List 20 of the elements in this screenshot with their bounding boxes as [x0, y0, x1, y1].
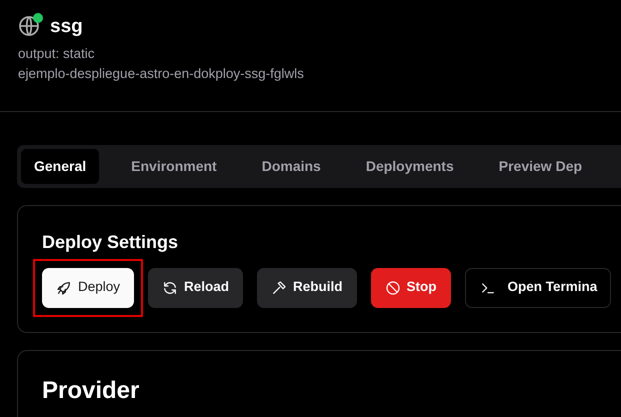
action-button[interactable]: Open Termina — [464, 268, 612, 308]
app-name: ssg — [50, 16, 83, 36]
action-button[interactable]: Deploy — [42, 268, 134, 308]
tab[interactable]: Preview Dep — [486, 149, 596, 184]
hammer-icon — [271, 280, 288, 296]
action-button[interactable]: Rebuild — [257, 268, 357, 308]
reload-icon — [162, 280, 178, 296]
globe-icon — [18, 14, 42, 38]
app-subtitle: output: static — [18, 45, 96, 63]
tab[interactable]: Deployments — [352, 149, 467, 184]
tab[interactable]: Environment — [118, 149, 230, 184]
section-title: Provider — [42, 376, 140, 406]
app-slug: ejemplo-despliegue-astro-en-dokploy-ssg-fglwls — [18, 65, 305, 83]
tab[interactable]: General — [21, 149, 100, 184]
rocket-icon — [56, 280, 72, 296]
ban-icon — [384, 280, 401, 296]
tab[interactable]: Domains — [248, 149, 334, 184]
section-title: Deploy Settings — [42, 232, 180, 254]
action-button[interactable]: Reload — [148, 268, 244, 308]
action-button[interactable]: Stop — [370, 268, 451, 308]
